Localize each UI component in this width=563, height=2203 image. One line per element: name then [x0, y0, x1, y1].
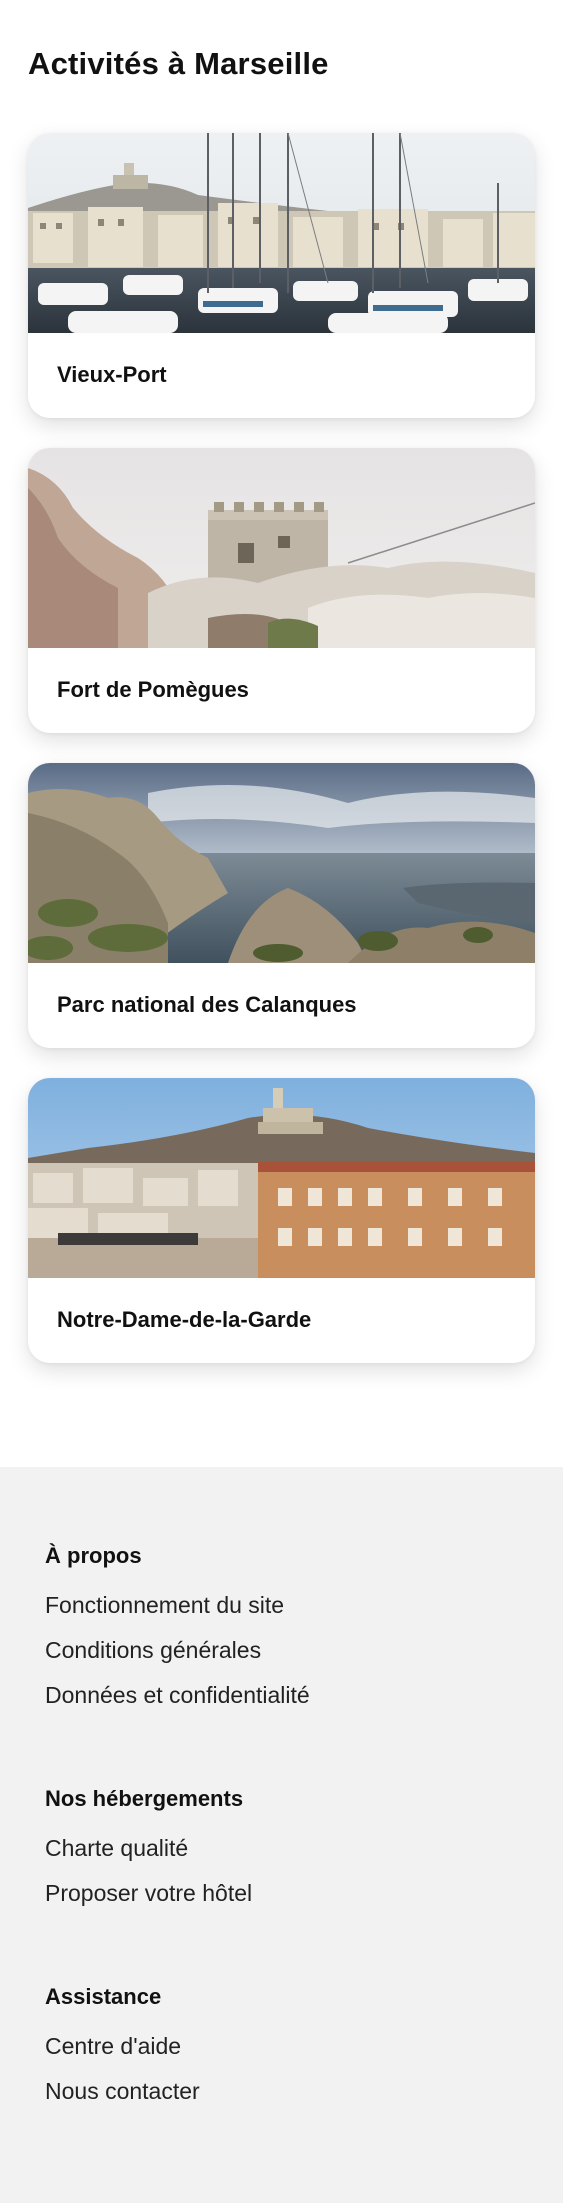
activity-card-fort-de-pomegues[interactable]: Fort de Pomègues	[28, 448, 535, 733]
activity-card-notre-dame-de-la-garde[interactable]: Notre-Dame-de-la-Garde	[28, 1078, 535, 1363]
activity-label: Parc national des Calanques	[57, 992, 357, 1017]
fort-de-pomegues-image	[28, 448, 535, 648]
footer-link-help-center[interactable]: Centre d'aide	[45, 2024, 200, 2069]
footer-link-contact[interactable]: Nous contacter	[45, 2069, 200, 2114]
footer-heading: À propos	[45, 1543, 142, 1568]
activity-label: Fort de Pomègues	[57, 677, 249, 702]
site-footer: À propos Fonctionnement du site Conditio…	[0, 1467, 563, 2203]
notre-dame-de-la-garde-image	[28, 1078, 535, 1278]
activity-label: Notre-Dame-de-la-Garde	[57, 1307, 312, 1332]
calanques-image	[28, 763, 535, 963]
vieux-port-image	[28, 133, 535, 333]
footer-section-assistance: Assistance Centre d'aide Nous contacter	[45, 1984, 200, 2114]
footer-link-propose-hotel[interactable]: Proposer votre hôtel	[45, 1871, 252, 1916]
activity-label: Vieux-Port	[57, 362, 167, 387]
activity-list: Vieux-Port Fort de Pomègues Parc nationa…	[28, 133, 535, 1393]
footer-link-terms[interactable]: Conditions générales	[45, 1628, 310, 1673]
footer-heading: Nos hébergements	[45, 1786, 244, 1811]
footer-link-privacy[interactable]: Données et confidentialité	[45, 1673, 310, 1718]
footer-section-accommodations: Nos hébergements Charte qualité Proposer…	[45, 1786, 252, 1916]
activity-card-vieux-port[interactable]: Vieux-Port	[28, 133, 535, 418]
activity-card-calanques[interactable]: Parc national des Calanques	[28, 763, 535, 1048]
page-title: Activités à Marseille	[28, 46, 329, 81]
footer-heading: Assistance	[45, 1984, 162, 2009]
footer-link-quality-charter[interactable]: Charte qualité	[45, 1826, 252, 1871]
footer-section-about: À propos Fonctionnement du site Conditio…	[45, 1543, 310, 1718]
footer-link-how-it-works[interactable]: Fonctionnement du site	[45, 1583, 310, 1628]
